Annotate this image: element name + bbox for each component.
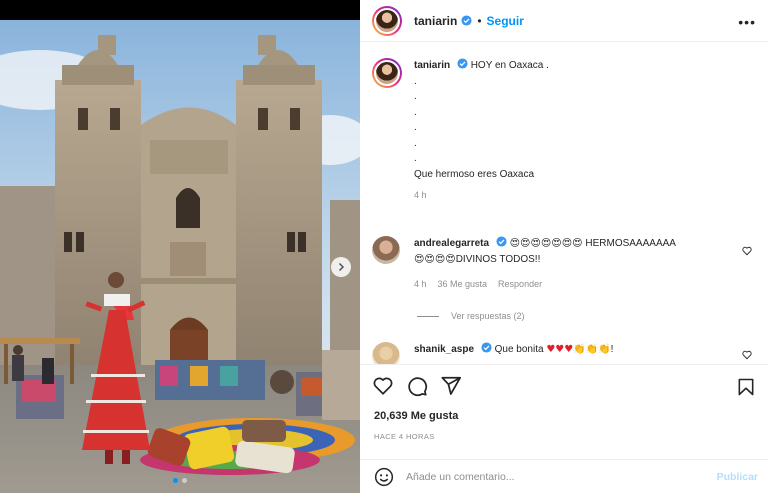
caption-dot-line: . bbox=[414, 106, 417, 118]
follow-button[interactable]: Seguir bbox=[487, 14, 524, 28]
post-image[interactable] bbox=[0, 20, 360, 493]
comment-emojis: 😍😍😍😍 bbox=[414, 254, 456, 265]
comment-emojis: 😍😍😍😍😍😍😍 bbox=[509, 238, 583, 249]
replies-divider bbox=[417, 315, 439, 317]
caption-timestamp[interactable]: 4 h bbox=[414, 188, 549, 203]
like-count[interactable]: 20,639 Me gusta bbox=[374, 410, 458, 422]
comment-item: andrealegarreta 😍😍😍😍😍😍😍 HERMOSAAAAAAA 😍😍… bbox=[372, 236, 762, 292]
caption-dot-line: . bbox=[414, 137, 417, 149]
comment-line-1: shanik_aspe Que bonita ♥♥♥👏👏👏! bbox=[414, 342, 734, 358]
caption-dot-line: . bbox=[414, 91, 417, 102]
comment-trailing: ! bbox=[610, 344, 614, 355]
post-caption: taniarin HOY en Oaxaca . . . . . . . Que… bbox=[372, 58, 549, 203]
post-photo bbox=[0, 20, 360, 493]
comment-text: DIVINOS TODOS!! bbox=[455, 254, 541, 265]
comment-text: Que bonita bbox=[494, 344, 547, 355]
author-username[interactable]: taniarin bbox=[414, 14, 457, 28]
caption-body: taniarin HOY en Oaxaca . . . . . . . Que… bbox=[414, 58, 549, 203]
heart-emojis: ♥♥♥ bbox=[546, 344, 574, 355]
caption-text: HOY en Oaxaca . bbox=[470, 60, 549, 71]
comment-body: shanik_aspe Que bonita ♥♥♥👏👏👏! bbox=[414, 342, 734, 364]
comment-item: shanik_aspe Que bonita ♥♥♥👏👏👏! bbox=[372, 342, 762, 364]
verified-icon bbox=[461, 15, 472, 26]
caption-first-line: taniarin HOY en Oaxaca . bbox=[414, 58, 549, 74]
commenter-avatar[interactable] bbox=[372, 342, 400, 364]
commenter-avatar[interactable] bbox=[372, 236, 400, 264]
instagram-post-modal: taniarin • Seguir ••• taniarin HOY en Oa… bbox=[0, 0, 768, 493]
chevron-right-icon bbox=[338, 262, 345, 272]
comment-input[interactable] bbox=[406, 470, 696, 483]
clap-emojis: 👏👏👏 bbox=[573, 344, 611, 355]
comment-timestamp[interactable]: 4 h bbox=[414, 276, 427, 292]
comment-text: HERMOSAAAAAAA bbox=[582, 238, 676, 249]
carousel-dot-active bbox=[173, 478, 178, 483]
more-options-icon[interactable]: ••• bbox=[738, 14, 756, 30]
comment-like-count[interactable]: 36 Me gusta bbox=[438, 276, 488, 292]
caption-dot-line: . bbox=[414, 122, 417, 133]
comment-composer: Publicar bbox=[360, 459, 768, 493]
caption-last-line: Que hermoso eres Oaxaca bbox=[414, 168, 535, 180]
comment-username[interactable]: shanik_aspe bbox=[414, 344, 474, 355]
bookmark-icon[interactable] bbox=[736, 377, 756, 397]
publish-button[interactable]: Publicar bbox=[717, 471, 758, 483]
caption-dot-line: . bbox=[414, 153, 417, 164]
share-icon[interactable] bbox=[440, 375, 462, 397]
comment-line-2: 😍😍😍😍DIVINOS TODOS!! bbox=[414, 252, 734, 268]
comment-icon[interactable] bbox=[406, 375, 428, 397]
caption-avatar[interactable] bbox=[372, 58, 402, 88]
comments-section: taniarin HOY en Oaxaca . . . . . . . Que… bbox=[360, 46, 768, 364]
caption-dot-line: . bbox=[414, 75, 417, 87]
comment-like-heart-icon[interactable] bbox=[742, 246, 752, 256]
verified-icon bbox=[481, 342, 492, 353]
post-header: taniarin • Seguir ••• bbox=[360, 0, 768, 42]
comment-username[interactable]: andrealegarreta bbox=[414, 238, 489, 249]
view-replies-label: Ver respuestas (2) bbox=[451, 311, 525, 321]
caption-username[interactable]: taniarin bbox=[414, 60, 450, 71]
post-actions bbox=[360, 364, 768, 406]
post-details-panel: taniarin • Seguir ••• taniarin HOY en Oa… bbox=[360, 0, 768, 493]
verified-icon bbox=[457, 58, 468, 69]
author-avatar[interactable] bbox=[372, 5, 402, 36]
comment-like-heart-icon[interactable] bbox=[742, 350, 752, 360]
emoji-icon[interactable] bbox=[374, 467, 394, 487]
comment-line-1: andrealegarreta 😍😍😍😍😍😍😍 HERMOSAAAAAAA bbox=[414, 236, 734, 252]
header-separator: • bbox=[477, 13, 482, 28]
post-timestamp[interactable]: HACE 4 HORAS bbox=[374, 432, 435, 441]
heart-icon[interactable] bbox=[372, 375, 394, 397]
view-replies-button[interactable]: Ver respuestas (2) bbox=[417, 311, 525, 321]
comment-body: andrealegarreta 😍😍😍😍😍😍😍 HERMOSAAAAAAA 😍😍… bbox=[414, 236, 734, 292]
verified-icon bbox=[496, 236, 507, 247]
carousel-indicator bbox=[0, 478, 360, 483]
carousel-dot bbox=[182, 478, 187, 483]
reply-button[interactable]: Responder bbox=[498, 276, 542, 292]
carousel-next-button[interactable] bbox=[331, 257, 351, 277]
comment-meta: 4 h 36 Me gusta Responder bbox=[414, 276, 734, 292]
